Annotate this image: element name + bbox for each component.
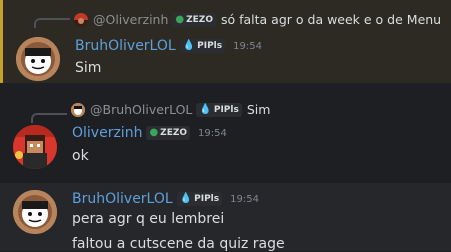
reply-preview[interactable]: @Oliverzinh ● ZEZO só falta agr o da wee…	[74, 12, 441, 27]
reply-text: Sim	[246, 102, 271, 117]
reply-avatar	[74, 12, 88, 27]
role-tag[interactable]: 💧 PIPls	[179, 39, 226, 53]
message-2[interactable]: @BruhOliverLOL 💧 PIPls Sim Oliverzinh ● …	[0, 83, 451, 183]
frog-icon: ●	[175, 13, 185, 25]
timestamp: 19:54	[198, 127, 227, 139]
reply-mention[interactable]: @BruhOliverLOL	[90, 102, 192, 117]
reply-preview[interactable]: @BruhOliverLOL 💧 PIPls Sim	[71, 102, 270, 117]
timestamp: 19:54	[230, 193, 259, 205]
message-text: pera agr q eu lembrei	[72, 211, 225, 227]
reply-mention[interactable]: @Oliverzinh	[93, 12, 168, 27]
avatar[interactable]	[16, 37, 60, 81]
avatar[interactable]	[13, 125, 57, 169]
username[interactable]: BruhOliverLOL	[72, 191, 173, 207]
reply-avatar	[71, 102, 85, 117]
message-text: Sim	[75, 60, 102, 76]
timestamp: 19:54	[233, 40, 262, 52]
message-1[interactable]: @Oliverzinh ● ZEZO só falta agr o da wee…	[0, 0, 451, 83]
droplet-icon: 💧	[179, 193, 193, 204]
avatar[interactable]	[13, 190, 57, 234]
author-line: BruhOliverLOL 💧 PIPls 19:54	[75, 38, 262, 54]
reply-text: só falta agr o da week e o de Menu	[220, 12, 442, 27]
reply-connector	[34, 18, 70, 28]
role-tag: ● ZEZO	[172, 12, 216, 27]
role-tag[interactable]: ● ZEZO	[146, 126, 191, 140]
reply-connector	[31, 113, 67, 123]
author-line: BruhOliverLOL 💧 PIPls 19:54	[72, 191, 259, 207]
droplet-icon: 💧	[199, 103, 212, 115]
username[interactable]: Oliverzinh	[72, 125, 142, 141]
author-line: Oliverzinh ● ZEZO 19:54	[72, 125, 227, 141]
role-tag: 💧 PIPls	[196, 102, 242, 117]
username[interactable]: BruhOliverLOL	[75, 38, 176, 54]
message-text: ok	[72, 148, 89, 164]
frog-icon: ●	[149, 127, 159, 138]
message-3[interactable]: BruhOliverLOL 💧 PIPls 19:54 pera agr q e…	[0, 183, 451, 252]
droplet-icon: 💧	[182, 40, 196, 51]
role-tag[interactable]: 💧 PIPls	[176, 192, 223, 206]
message-text: faltou a cutscene da quiz rage	[72, 236, 285, 252]
